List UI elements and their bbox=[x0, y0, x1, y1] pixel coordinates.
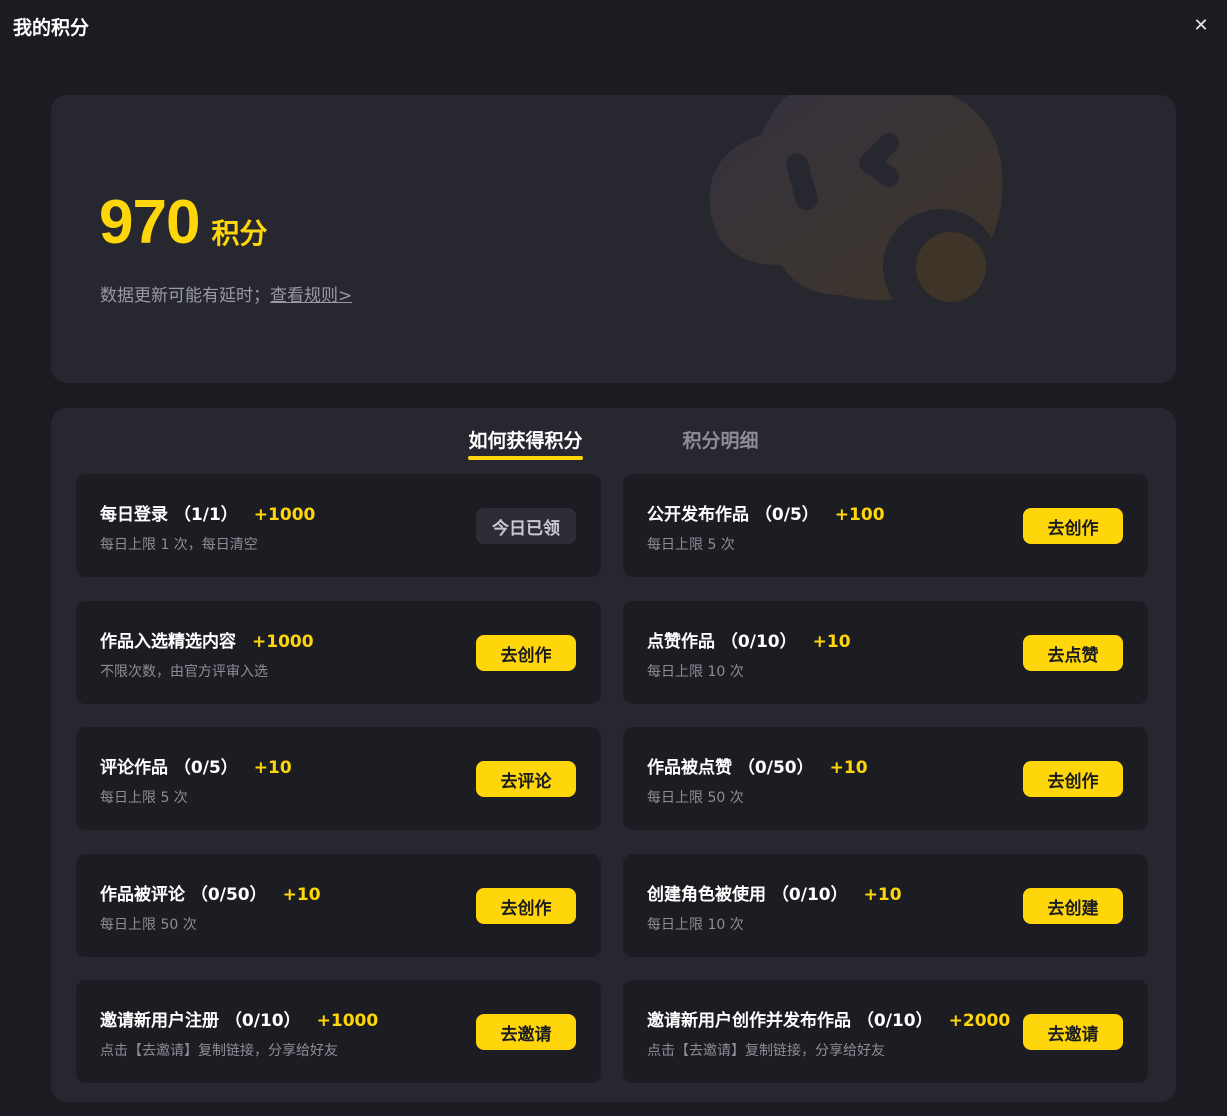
task-description: 不限次数，由官方评审入选 bbox=[100, 664, 268, 680]
points-unit: 积分 bbox=[211, 217, 268, 250]
create-character-button[interactable]: 去创建 bbox=[1023, 888, 1123, 924]
points-summary-card: 970 积分 数据更新可能有延时；查看规则> bbox=[51, 95, 1176, 383]
tab-bar: 如何获得积分 积分明细 bbox=[51, 426, 1176, 460]
create-button[interactable]: 去创作 bbox=[1023, 508, 1123, 544]
mascot-illustration bbox=[709, 95, 1003, 325]
task-reward: +100 bbox=[834, 505, 885, 525]
task-title: 创建角色被使用 （0/10） +10 bbox=[647, 880, 902, 905]
task-card: 邀请新用户注册 （0/10） +1000 点击【去邀请】复制链接，分享给好友 去邀… bbox=[76, 980, 601, 1083]
task-description: 每日上限 10 次 bbox=[647, 664, 744, 680]
task-description: 每日上限 50 次 bbox=[100, 917, 197, 933]
task-title: 公开发布作品 （0/5） +100 bbox=[647, 500, 885, 525]
hint-text: 数据更新可能有延时； bbox=[100, 286, 270, 306]
task-name: 创建角色被使用 （0/10） bbox=[647, 885, 848, 905]
task-name: 作品被点赞 （0/50） bbox=[647, 758, 814, 778]
task-reward: +2000 bbox=[948, 1011, 1011, 1031]
task-card: 作品入选精选内容 +1000 不限次数，由官方评审入选 去创作 bbox=[76, 601, 601, 704]
task-title: 作品被点赞 （0/50） +10 bbox=[647, 753, 868, 778]
task-name: 评论作品 （0/5） bbox=[100, 758, 238, 778]
task-reward: +10 bbox=[282, 885, 321, 905]
update-hint: 数据更新可能有延时；查看规则> bbox=[100, 281, 352, 306]
task-reward: +10 bbox=[812, 632, 851, 652]
invite-button[interactable]: 去邀请 bbox=[476, 1014, 576, 1050]
task-card: 作品被评论 （0/50） +10 每日上限 50 次 去创作 bbox=[76, 854, 601, 957]
task-card: 评论作品 （0/5） +10 每日上限 5 次 去评论 bbox=[76, 727, 601, 830]
task-title: 点赞作品 （0/10） +10 bbox=[647, 627, 851, 652]
task-reward: +10 bbox=[253, 758, 292, 778]
task-title: 评论作品 （0/5） +10 bbox=[100, 753, 292, 778]
invite-button[interactable]: 去邀请 bbox=[1023, 1014, 1123, 1050]
task-card: 创建角色被使用 （0/10） +10 每日上限 10 次 去创建 bbox=[623, 854, 1148, 957]
task-reward: +10 bbox=[863, 885, 902, 905]
task-title: 邀请新用户创作并发布作品 （0/10） +2000 bbox=[647, 1006, 1010, 1031]
task-name: 邀请新用户注册 （0/10） bbox=[100, 1011, 301, 1031]
task-reward: +1000 bbox=[316, 1011, 379, 1031]
task-reward: +10 bbox=[829, 758, 868, 778]
task-name: 公开发布作品 （0/5） bbox=[647, 505, 819, 525]
task-name: 作品被评论 （0/50） bbox=[100, 885, 267, 905]
tab-how-to-earn[interactable]: 如何获得积分 bbox=[468, 426, 583, 460]
task-reward: +1000 bbox=[253, 505, 316, 525]
comment-button[interactable]: 去评论 bbox=[476, 761, 576, 797]
create-button[interactable]: 去创作 bbox=[476, 635, 576, 671]
task-reward: +1000 bbox=[252, 632, 314, 652]
page-title: 我的积分 bbox=[13, 17, 90, 39]
close-icon[interactable]: ✕ bbox=[1189, 14, 1213, 38]
rules-link[interactable]: 查看规则> bbox=[270, 286, 352, 306]
task-description: 每日上限 5 次 bbox=[100, 790, 188, 806]
tasks-panel: 如何获得积分 积分明细 每日登录 （1/1） +1000 每日上限 1 次，每日清… bbox=[51, 408, 1176, 1102]
task-description: 点击【去邀请】复制链接，分享给好友 bbox=[647, 1043, 885, 1059]
task-title: 作品被评论 （0/50） +10 bbox=[100, 880, 321, 905]
task-title: 每日登录 （1/1） +1000 bbox=[100, 500, 315, 525]
task-description: 每日上限 5 次 bbox=[647, 537, 735, 553]
task-card: 每日登录 （1/1） +1000 每日上限 1 次，每日清空 今日已领 bbox=[76, 474, 601, 577]
create-button[interactable]: 去创作 bbox=[1023, 761, 1123, 797]
task-name: 每日登录 （1/1） bbox=[100, 505, 238, 525]
points-display: 970 积分 bbox=[99, 187, 267, 258]
task-title: 邀请新用户注册 （0/10） +1000 bbox=[100, 1006, 378, 1031]
claimed-button[interactable]: 今日已领 bbox=[476, 508, 576, 544]
task-card: 点赞作品 （0/10） +10 每日上限 10 次 去点赞 bbox=[623, 601, 1148, 704]
task-name: 作品入选精选内容 bbox=[100, 632, 236, 652]
task-card: 作品被点赞 （0/50） +10 每日上限 50 次 去创作 bbox=[623, 727, 1148, 830]
create-button[interactable]: 去创作 bbox=[476, 888, 576, 924]
like-button[interactable]: 去点赞 bbox=[1023, 635, 1123, 671]
task-card: 邀请新用户创作并发布作品 （0/10） +2000 点击【去邀请】复制链接，分享给… bbox=[623, 980, 1148, 1083]
task-card: 公开发布作品 （0/5） +100 每日上限 5 次 去创作 bbox=[623, 474, 1148, 577]
task-description: 每日上限 50 次 bbox=[647, 790, 744, 806]
task-description: 每日上限 1 次，每日清空 bbox=[100, 537, 258, 553]
task-name: 邀请新用户创作并发布作品 （0/10） bbox=[647, 1011, 933, 1031]
tab-points-detail[interactable]: 积分明细 bbox=[683, 426, 759, 457]
task-title: 作品入选精选内容 +1000 bbox=[100, 627, 314, 652]
task-description: 点击【去邀请】复制链接，分享给好友 bbox=[100, 1043, 338, 1059]
task-name: 点赞作品 （0/10） bbox=[647, 632, 797, 652]
task-description: 每日上限 10 次 bbox=[647, 917, 744, 933]
points-value: 970 bbox=[99, 188, 200, 257]
